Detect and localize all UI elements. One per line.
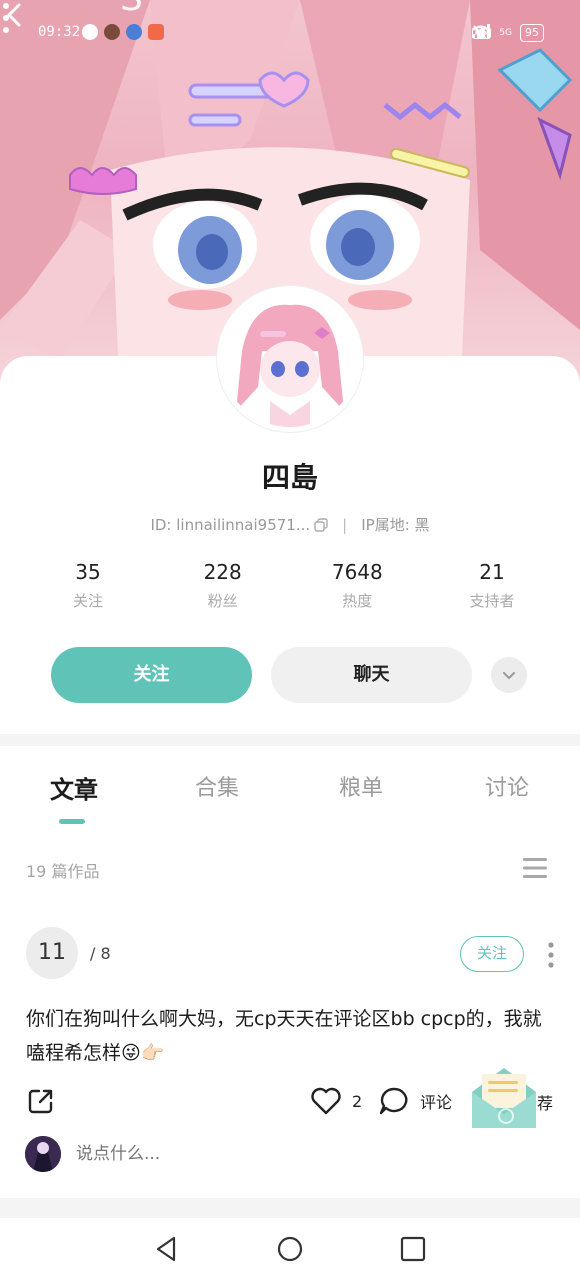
stat-label: 支持者 [469,592,515,610]
works-count: 19 篇作品 [26,862,100,881]
like-button[interactable]: 2 [310,1086,362,1116]
comment-label: 评论 [420,1093,453,1112]
stat-label: 热度 [342,592,373,610]
tab-collections[interactable]: 合集 [195,770,239,802]
reply-avatar-image [25,1136,61,1172]
share-icon[interactable] [26,1086,56,1116]
stat-value: 35 [75,560,101,584]
app-avatar-notification-icon [104,24,120,40]
chat-button[interactable]: 聊天 [271,647,472,703]
globe-notification-icon [126,24,142,40]
network-label: 5G [499,28,512,38]
username: 四島 [261,461,318,494]
reply-input[interactable] [76,1144,376,1164]
user-id: ID: linnailinnai9571... [150,516,311,534]
reply-user-avatar [25,1136,61,1172]
floating-mail-icon[interactable] [468,1062,540,1134]
nav-home-icon[interactable] [275,1234,305,1264]
system-nav-bar [0,1218,580,1280]
heart-icon [311,1087,341,1115]
heart-notification-icon [82,24,98,40]
chevron-down-icon [503,672,515,680]
comment-icon [379,1087,408,1115]
copy-icon[interactable] [314,518,328,532]
signal-icon [471,24,490,38]
stat-label: 粉丝 [207,592,238,610]
shop-notification-icon [148,24,164,40]
stat-following[interactable]: 35 关注 [28,560,148,611]
notification-icons [82,24,164,40]
post-text[interactable]: 你们在狗叫什么啊大妈，无cp天天在评论区bb cpcp的，我就嗑程希怎样😜👉🏻 [26,1002,556,1070]
battery-indicator: 95 [520,24,544,42]
nav-back-icon[interactable] [152,1234,182,1264]
id-separator: | [342,516,348,534]
status-right-icons: HD 5G 95 [471,24,544,42]
stat-supporters[interactable]: 21 支持者 [432,560,552,611]
nav-recents-icon[interactable] [398,1234,428,1264]
follow-button[interactable]: 关注 [51,647,252,703]
section-divider [0,734,580,746]
stat-value: 21 [479,560,505,584]
status-time: 09:32 [38,24,81,40]
stat-followers[interactable]: 228 粉丝 [163,560,283,611]
ip-location-value: 黑 [414,516,430,534]
stat-label: 关注 [72,592,103,610]
svg-text:S: S [120,0,143,19]
avatar-image [222,291,358,427]
stats-row: 35 关注 228 粉丝 7648 热度 21 支持者 [28,560,552,611]
content-tabs: 文章 合集 粮单 讨论 [0,770,580,830]
post-more-icon[interactable] [545,940,557,970]
post-author-name[interactable]: / 8 [90,944,111,963]
post-author-avatar[interactable]: 11 [26,927,78,979]
stat-value: 228 [203,560,242,584]
comment-button[interactable]: 评论 [378,1086,452,1116]
tab-lists[interactable]: 粮单 [339,770,383,802]
stat-popularity[interactable]: 7648 热度 [297,560,417,611]
expand-recommendations-button[interactable] [491,657,527,693]
tab-articles[interactable]: 文章 [50,770,98,805]
like-count: 2 [352,1091,363,1111]
tab-indicator [59,819,85,824]
tab-discussion[interactable]: 讨论 [485,770,529,802]
more-options-button[interactable] [0,0,12,36]
ip-location-label: IP属地: [361,516,410,534]
avatar[interactable] [217,286,363,432]
id-line: ID: linnailinnai9571... | IP属地: 黑 [0,514,580,535]
status-bar: 09:32 HD 5G 95 [0,18,580,52]
list-view-icon[interactable] [521,856,549,880]
post-follow-button[interactable]: 关注 [460,936,524,972]
bottom-divider [0,1198,580,1218]
stat-value: 7648 [331,560,383,584]
